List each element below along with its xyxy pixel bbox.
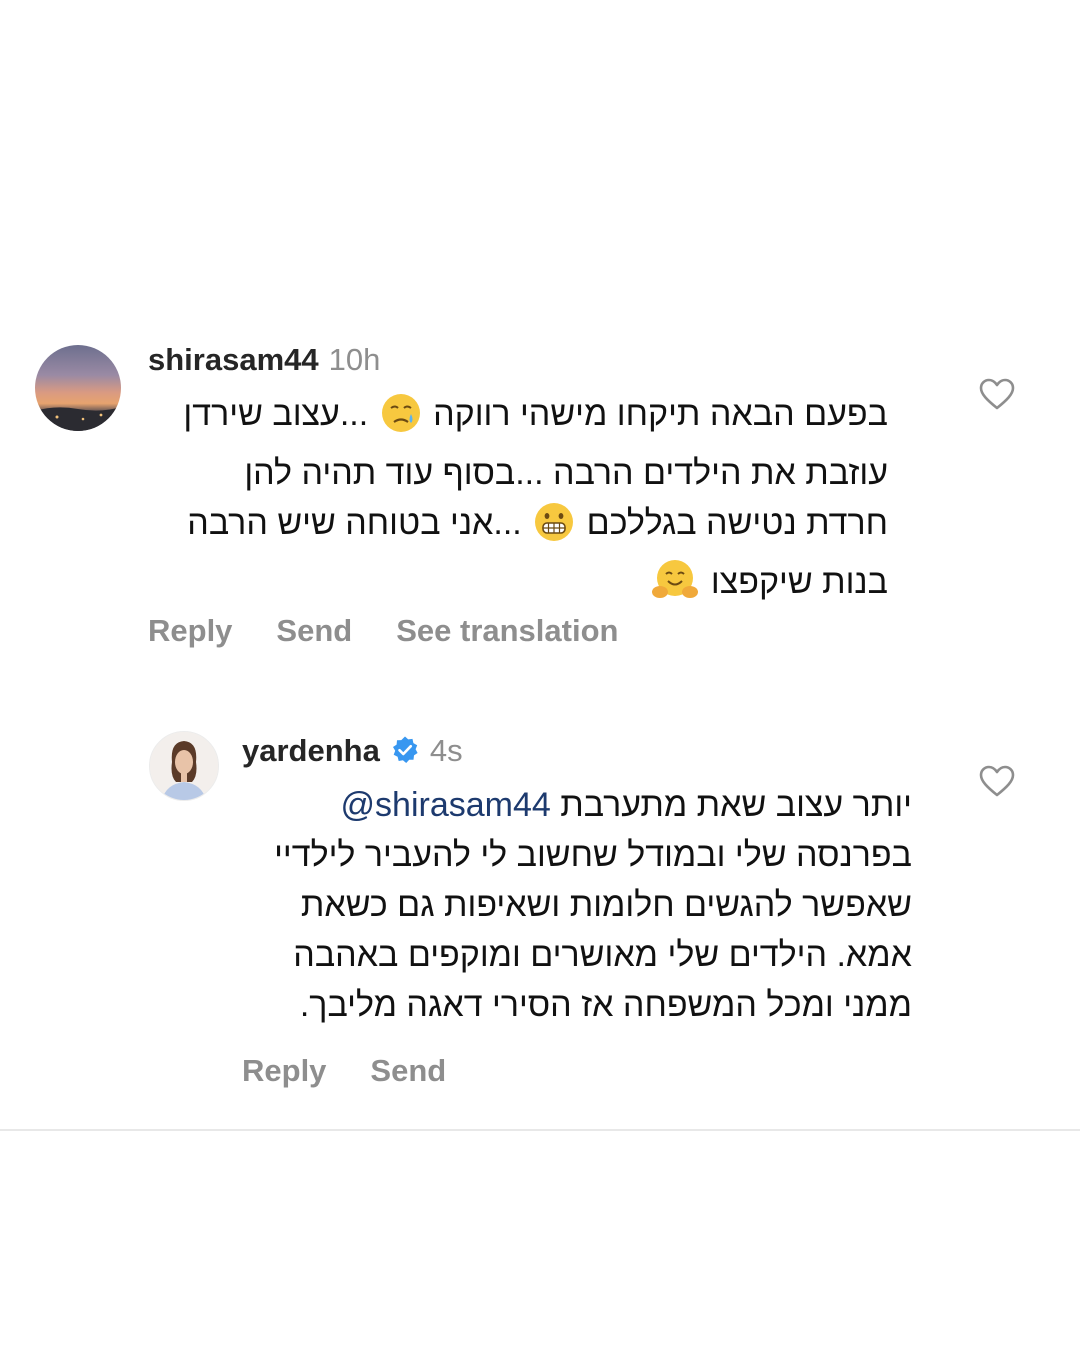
- comment-line: בפרנסה שלי ובמודל שחשוב לי להעביר לילדיי: [274, 836, 912, 874]
- comment-actions: Reply Send: [242, 1051, 490, 1091]
- avatar[interactable]: [149, 731, 219, 801]
- send-button[interactable]: Send: [370, 1053, 446, 1088]
- verified-badge-icon: [390, 735, 420, 775]
- timestamp: 4s: [429, 733, 463, 768]
- heart-outline-icon: [979, 765, 1015, 797]
- divider: [0, 1129, 1080, 1131]
- comment-yardenha: yardenha 4s יותר עצוב שאת מתערבת @shirasa…: [0, 0, 1080, 1120]
- comment-header: yardenha 4s: [242, 731, 463, 775]
- profile-photo-image: [150, 732, 218, 800]
- comment-line: ממני ומכל המשפחה אז הסירי דאגה מליבך.: [299, 986, 912, 1024]
- comment-line: יותר עצוב שאת מתערבת @shirasam44: [340, 786, 912, 824]
- reply-button[interactable]: Reply: [242, 1053, 326, 1088]
- username[interactable]: yardenha: [242, 733, 380, 768]
- comments-page: shirasam44 10h בפעם הבאה תיקחו מישהי רווק…: [0, 0, 1080, 1350]
- comment-text: יותר עצוב שאת מתערבת @shirasam44 בפרנסה …: [242, 780, 912, 1030]
- comment-line: אמא. הילדים שלי מאושרים ומוקפים באהבה: [293, 936, 912, 974]
- mention-link[interactable]: @shirasam44: [341, 786, 551, 824]
- like-button[interactable]: [979, 765, 1015, 803]
- comment-line: שאפשר להגשים חלומות ושאיפות גם כשאת: [300, 886, 912, 924]
